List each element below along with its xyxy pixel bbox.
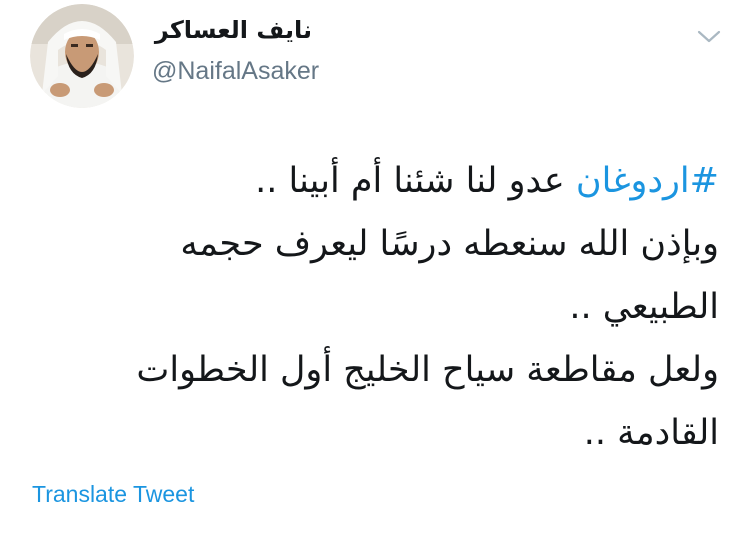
avatar[interactable] (30, 4, 134, 108)
display-name[interactable]: نايف العساكر (150, 12, 312, 48)
tweet-line-4: ولعل مقاطعة سياح الخليج أول الخطوات (136, 350, 719, 390)
chevron-down-icon[interactable] (694, 24, 724, 48)
user-handle[interactable]: @NaifalAsaker (152, 56, 319, 86)
tweet-line-2: وبإذن الله سنعطه درسًا ليعرف حجمه (180, 224, 719, 264)
avatar-photo (30, 4, 134, 108)
tweet-text: #اردوغان عدو لنا شئنا أم أبينا .. وبإذن … (79, 150, 719, 465)
tweet-line-1-text: عدو لنا شئنا أم أبينا .. (255, 161, 576, 201)
tweet-line-1: #اردوغان عدو لنا شئنا أم أبينا .. (79, 150, 719, 213)
translate-tweet-link[interactable]: Translate Tweet (32, 479, 194, 509)
hashtag-link[interactable]: #اردوغان (576, 161, 719, 201)
tweet-line-3: الطبيعي .. (569, 287, 719, 327)
tweet-card: نايف العساكر @NaifalAsaker #اردوغان عدو … (0, 0, 749, 535)
tweet-line-5: القادمة .. (583, 413, 719, 453)
